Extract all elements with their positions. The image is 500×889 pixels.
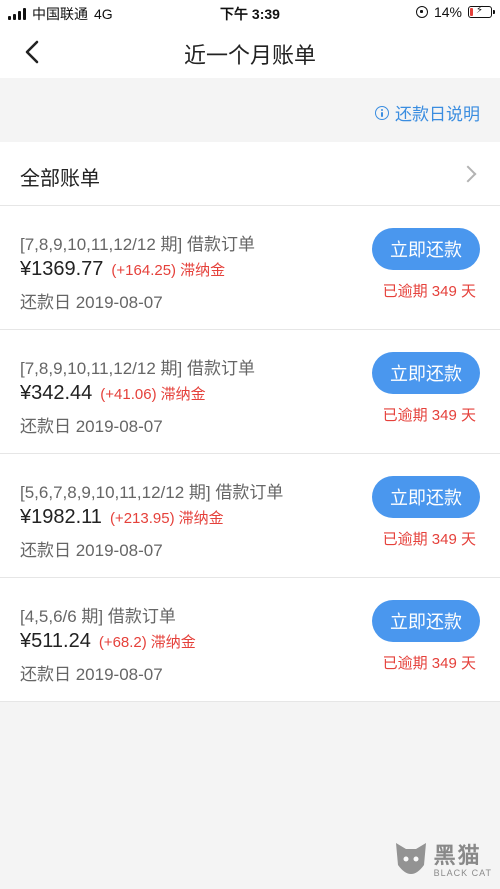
watermark-cn: 黑猫 <box>433 843 482 868</box>
bill-amount: ¥1982.11 <box>20 506 102 528</box>
watermark-en: BLACK CAT <box>433 868 492 878</box>
page-title: 近一个月账单 <box>183 43 316 68</box>
late-fee-amount: (+164.25) <box>111 262 177 279</box>
repay-now-button[interactable]: 立即还款 <box>372 352 480 394</box>
bill-item: [4,5,6/6 期] 借款订单 ¥511.24 (+68.2) 滞纳金 还款日… <box>0 578 500 702</box>
repay-now-button[interactable]: 立即还款 <box>372 600 480 642</box>
all-bills-row[interactable]: 全部账单 <box>0 142 500 206</box>
all-bills-label: 全部账单 <box>20 168 100 190</box>
battery-percent: 14% <box>433 4 462 20</box>
overdue-status: 已逾期 349 天 <box>382 407 476 424</box>
bill-amount-line: ¥511.24 (+68.2) 滞纳金 <box>20 630 196 653</box>
overdue-status: 已逾期 349 天 <box>382 655 476 672</box>
battery-fill <box>470 8 473 16</box>
repay-now-button[interactable]: 立即还款 <box>372 476 480 518</box>
bill-title: [7,8,9,10,11,12/12 期] 借款订单 <box>20 359 255 378</box>
late-fee-amount: (+68.2) <box>98 634 147 651</box>
black-cat-watermark: 黑猫 BLACK CAT <box>394 839 492 883</box>
bill-amount: ¥511.24 <box>20 630 91 652</box>
due-date: 还款日 2019-08-07 <box>20 665 163 684</box>
bill-amount: ¥342.44 <box>20 382 93 404</box>
rotation-lock-icon <box>415 6 428 18</box>
bill-amount-line: ¥342.44 (+41.06) 滞纳金 <box>20 382 206 405</box>
bill-amount-line: ¥1369.77 (+164.25) 滞纳金 <box>20 258 225 281</box>
overdue-status: 已逾期 349 天 <box>382 283 476 300</box>
repayment-day-help-link[interactable]: 还款日说明 <box>375 100 480 125</box>
bill-item: [5,6,7,8,9,10,11,12/12 期] 借款订单 ¥1982.11 … <box>0 454 500 578</box>
due-date: 还款日 2019-08-07 <box>20 417 163 436</box>
bill-item: [7,8,9,10,11,12/12 期] 借款订单 ¥1369.77 (+16… <box>0 206 500 330</box>
late-fee-amount: (+213.95) <box>109 510 175 527</box>
status-right: 14% ⚡ <box>415 4 495 20</box>
late-fee-label: 滞纳金 <box>150 634 196 651</box>
late-fee-label: 滞纳金 <box>178 510 224 527</box>
status-bar: 中国联通 4G 下午 3:39 14% ⚡ <box>0 0 500 26</box>
late-fee-label: 滞纳金 <box>180 262 226 279</box>
bill-title: [4,5,6/6 期] 借款订单 <box>20 607 176 626</box>
bill-amount: ¥1369.77 <box>20 258 104 280</box>
cat-shield-icon <box>395 843 426 874</box>
bill-title: [7,8,9,10,11,12/12 期] 借款订单 <box>20 235 255 254</box>
help-row: 还款日说明 <box>0 78 500 142</box>
bill-list: [7,8,9,10,11,12/12 期] 借款订单 ¥1369.77 (+16… <box>0 206 500 702</box>
due-date: 还款日 2019-08-07 <box>20 293 163 312</box>
info-icon <box>375 105 389 120</box>
late-fee-label: 滞纳金 <box>160 386 206 403</box>
chevron-right-icon <box>459 165 477 183</box>
due-date: 还款日 2019-08-07 <box>20 541 163 560</box>
battery-icon: ⚡ <box>468 5 495 18</box>
late-fee-amount: (+41.06) <box>100 386 157 403</box>
bill-item: [7,8,9,10,11,12/12 期] 借款订单 ¥342.44 (+41.… <box>0 330 500 454</box>
overdue-status: 已逾期 349 天 <box>382 531 476 548</box>
bill-title: [5,6,7,8,9,10,11,12/12 期] 借款订单 <box>20 483 284 502</box>
help-link-label: 还款日说明 <box>395 105 480 124</box>
repay-now-button[interactable]: 立即还款 <box>372 228 480 270</box>
charging-bolt-icon: ⚡ <box>476 5 484 16</box>
watermark-text: 黑猫 BLACK CAT <box>433 843 492 879</box>
nav-bar: 近一个月账单 <box>0 26 500 78</box>
bill-amount-line: ¥1982.11 (+213.95) 滞纳金 <box>20 506 224 529</box>
